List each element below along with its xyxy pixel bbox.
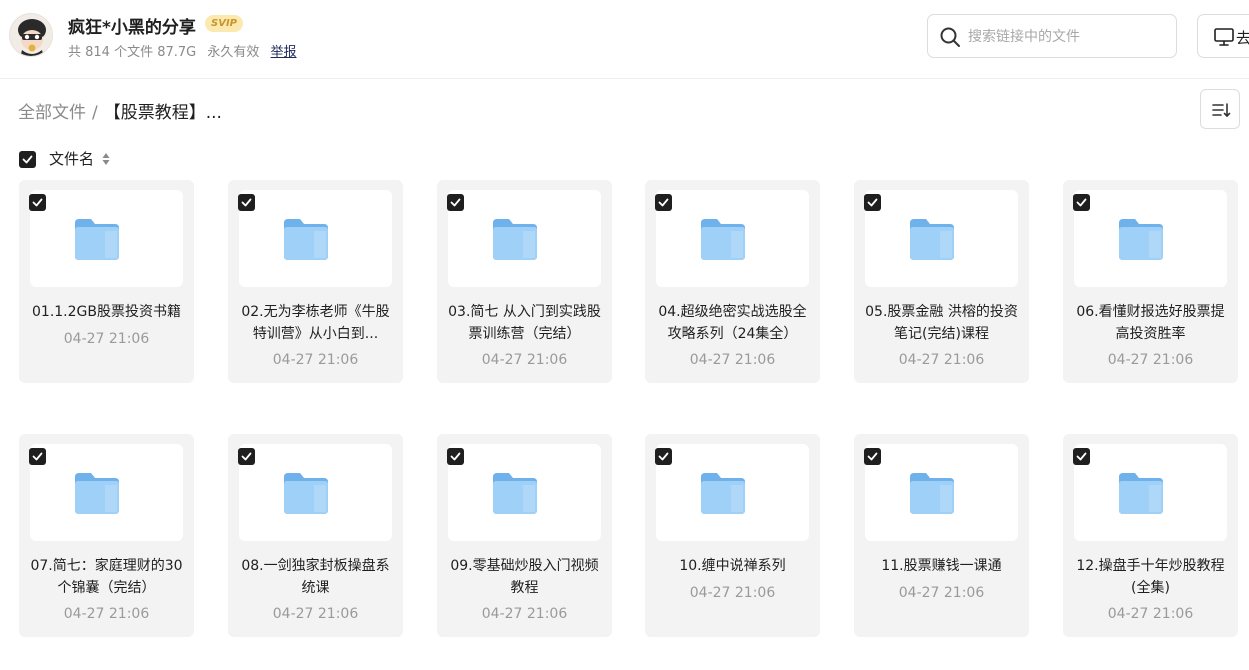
folder-icon [908,217,956,262]
breadcrumb-separator: / [92,103,98,123]
folder-card[interactable]: 09.零基础炒股入门视频教程 04-27 21:06 [437,434,612,637]
folder-checkbox[interactable] [1073,448,1090,465]
svip-badge: SVIP [205,15,243,32]
folder-date: 04-27 21:06 [689,352,776,368]
folder-name[interactable]: 02.无为李栋老师《牛股特训营》从小白到... [236,301,395,345]
folder-date: 04-27 21:06 [1107,352,1194,368]
save-button-label: 去 [1236,27,1249,48]
folder-date: 04-27 21:06 [63,331,150,347]
folder-card[interactable]: 04.超级绝密实战选股全攻略系列（24集全） 04-27 21:06 [645,180,820,383]
folder-name[interactable]: 06.看懂财报选好股票提高投资胜率 [1071,301,1230,345]
breadcrumb-root[interactable]: 全部文件 [18,103,86,123]
folder-name[interactable]: 01.1.2GB股票投资书籍 [27,301,186,323]
share-header: 疯狂*小黑的分享 SVIP 共 814 个文件 87.7G 永久有效 举报 去 [0,0,1249,79]
folder-checkbox[interactable] [447,194,464,211]
folder-name[interactable]: 07.简七：家庭理财的30个锦囊（完结） [27,555,186,599]
avatar[interactable] [9,13,53,57]
folder-date: 04-27 21:06 [481,352,568,368]
sort-list-icon [1212,103,1231,117]
report-link[interactable]: 举报 [271,45,297,60]
owner-name: 疯狂*小黑的分享 [68,18,196,38]
folder-date: 04-27 21:06 [898,352,985,368]
folder-checkbox[interactable] [29,448,46,465]
folder-name[interactable]: 11.股票赚钱一课通 [862,555,1021,577]
share-page: 疯狂*小黑的分享 SVIP 共 814 个文件 87.7G 永久有效 举报 去 … [0,0,1249,670]
folder-card[interactable]: 11.股票赚钱一课通 04-27 21:06 [854,434,1029,637]
folder-checkbox[interactable] [655,448,672,465]
folder-name[interactable]: 04.超级绝密实战选股全攻略系列（24集全） [653,301,812,345]
share-meta: 共 814 个文件 87.7G 永久有效 举报 [68,41,304,60]
monitor-icon [1214,28,1234,46]
folder-date: 04-27 21:06 [272,352,359,368]
folder-card[interactable]: 02.无为李栋老师《牛股特训营》从小白到... 04-27 21:06 [228,180,403,383]
folder-card[interactable]: 08.一剑独家封板操盘系统课 04-27 21:06 [228,434,403,637]
folder-date: 04-27 21:06 [1107,606,1194,622]
folder-checkbox[interactable] [29,194,46,211]
folder-name[interactable]: 08.一剑独家封板操盘系统课 [236,555,395,599]
folder-checkbox[interactable] [864,448,881,465]
file-count: 共 814 个文件 87.7G [68,45,197,60]
folder-name[interactable]: 05.股票金融 洪榕的投资笔记(完结)课程 [862,301,1021,345]
folder-checkbox[interactable] [864,194,881,211]
folder-date: 04-27 21:06 [689,585,776,601]
folder-checkbox[interactable] [1073,194,1090,211]
folder-card[interactable]: 10.缠中说禅系列 04-27 21:06 [645,434,820,637]
folder-icon [491,471,539,516]
folder-icon [1117,217,1165,262]
folder-name[interactable]: 03.简七 从入门到实践股票训练营（完结） [445,301,604,345]
folder-icon [699,217,747,262]
folder-icon [73,217,121,262]
search-box[interactable] [927,14,1177,58]
breadcrumb-current: 【股票教程】... [103,103,222,123]
folder-icon [282,471,330,516]
folder-icon [908,471,956,516]
folder-icon [282,217,330,262]
folder-icon [1117,471,1165,516]
folder-checkbox[interactable] [447,448,464,465]
save-to-netdisk-button[interactable]: 去 [1197,14,1249,58]
filename-column-label[interactable]: 文件名 [49,149,94,169]
folder-date: 04-27 21:06 [63,606,150,622]
folder-date: 04-27 21:06 [898,585,985,601]
folder-checkbox[interactable] [655,194,672,211]
search-icon [940,27,960,47]
folder-checkbox[interactable] [238,194,255,211]
folder-name[interactable]: 10.缠中说禅系列 [653,555,812,577]
search-input[interactable] [968,25,1168,49]
folder-icon [73,471,121,516]
folder-card[interactable]: 03.简七 从入门到实践股票训练营（完结） 04-27 21:06 [437,180,612,383]
folder-icon [699,471,747,516]
breadcrumb: 全部文件 / 【股票教程】... [18,98,222,123]
validity-text: 永久有效 [207,45,260,60]
view-sort-button[interactable] [1200,89,1240,129]
folder-name[interactable]: 09.零基础炒股入门视频教程 [445,555,604,599]
sort-arrows-icon[interactable] [102,152,110,166]
folder-card[interactable]: 05.股票金融 洪榕的投资笔记(完结)课程 04-27 21:06 [854,180,1029,383]
folder-name[interactable]: 12.操盘手十年炒股教程(全集) [1071,555,1230,599]
folder-card[interactable]: 06.看懂财报选好股票提高投资胜率 04-27 21:06 [1063,180,1238,383]
folder-checkbox[interactable] [238,448,255,465]
folder-card[interactable]: 07.简七：家庭理财的30个锦囊（完结） 04-27 21:06 [19,434,194,637]
folder-card[interactable]: 12.操盘手十年炒股教程(全集) 04-27 21:06 [1063,434,1238,637]
folder-icon [491,217,539,262]
folder-date: 04-27 21:06 [481,606,568,622]
folder-card[interactable]: 01.1.2GB股票投资书籍 04-27 21:06 [19,180,194,383]
folder-date: 04-27 21:06 [272,606,359,622]
select-all-checkbox[interactable] [19,151,36,168]
